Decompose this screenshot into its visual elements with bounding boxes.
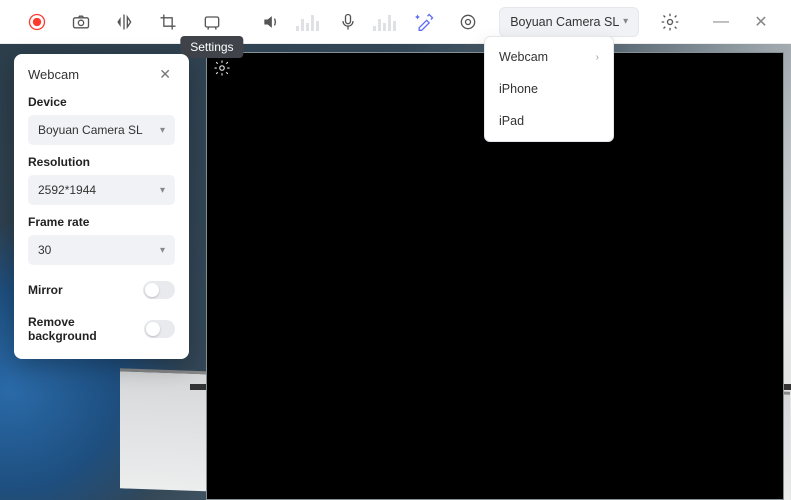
mirror-toggle[interactable] bbox=[143, 281, 175, 299]
settings-tooltip: Settings bbox=[180, 36, 243, 58]
webcam-panel: Webcam ✕ Device Boyuan Camera SL ▾ Resol… bbox=[14, 54, 189, 359]
framerate-label: Frame rate bbox=[28, 215, 175, 229]
mic-level-icon bbox=[373, 13, 396, 31]
camera-source-value: Boyuan Camera SL bbox=[510, 15, 619, 29]
resolution-value: 2592*1944 bbox=[38, 183, 96, 197]
window-close-button[interactable]: ✕ bbox=[743, 7, 779, 37]
settings-button[interactable]: Settings bbox=[193, 2, 231, 42]
beautify-button[interactable] bbox=[406, 2, 444, 42]
framerate-value: 30 bbox=[38, 243, 51, 257]
remove-bg-label: Remove background bbox=[28, 315, 144, 343]
chevron-down-icon: ▾ bbox=[160, 245, 165, 256]
menu-item-label: iPhone bbox=[499, 82, 538, 96]
flip-button[interactable] bbox=[106, 2, 144, 42]
speaker-button[interactable] bbox=[252, 2, 290, 42]
chevron-down-icon: ▾ bbox=[623, 16, 628, 27]
resolution-label: Resolution bbox=[28, 155, 175, 169]
mirror-label: Mirror bbox=[28, 283, 63, 297]
chevron-down-icon: ▾ bbox=[160, 125, 165, 136]
device-label: Device bbox=[28, 95, 175, 109]
resolution-select[interactable]: 2592*1944 ▾ bbox=[28, 175, 175, 205]
camera-source-menu: Webcam › iPhone iPad bbox=[484, 36, 614, 142]
app-settings-button[interactable] bbox=[651, 2, 689, 42]
camera-menu-item-webcam[interactable]: Webcam › bbox=[485, 41, 613, 73]
framerate-select[interactable]: 30 ▾ bbox=[28, 235, 175, 265]
preview-settings-button[interactable] bbox=[213, 59, 231, 82]
microphone-button[interactable] bbox=[329, 2, 367, 42]
menu-item-label: iPad bbox=[499, 114, 524, 128]
chevron-down-icon: ▾ bbox=[160, 185, 165, 196]
speaker-level-icon bbox=[296, 13, 319, 31]
record-button[interactable] bbox=[18, 2, 56, 42]
panel-close-button[interactable]: ✕ bbox=[155, 64, 175, 85]
remove-bg-toggle[interactable] bbox=[144, 320, 175, 338]
webcam-toggle-button[interactable] bbox=[449, 2, 487, 42]
camera-source-select[interactable]: Boyuan Camera SL ▾ bbox=[499, 7, 639, 37]
window-minimize-button[interactable]: ― bbox=[703, 7, 739, 37]
device-value: Boyuan Camera SL bbox=[38, 123, 143, 137]
screenshot-button[interactable] bbox=[62, 2, 100, 42]
camera-menu-item-iphone[interactable]: iPhone bbox=[485, 73, 613, 105]
chevron-right-icon: › bbox=[596, 52, 599, 63]
device-select[interactable]: Boyuan Camera SL ▾ bbox=[28, 115, 175, 145]
menu-item-label: Webcam bbox=[499, 50, 548, 64]
camera-menu-item-ipad[interactable]: iPad bbox=[485, 105, 613, 137]
panel-title: Webcam bbox=[28, 67, 79, 82]
top-toolbar: Settings Boyuan Camera SL ▾ ― ✕ bbox=[0, 0, 791, 44]
